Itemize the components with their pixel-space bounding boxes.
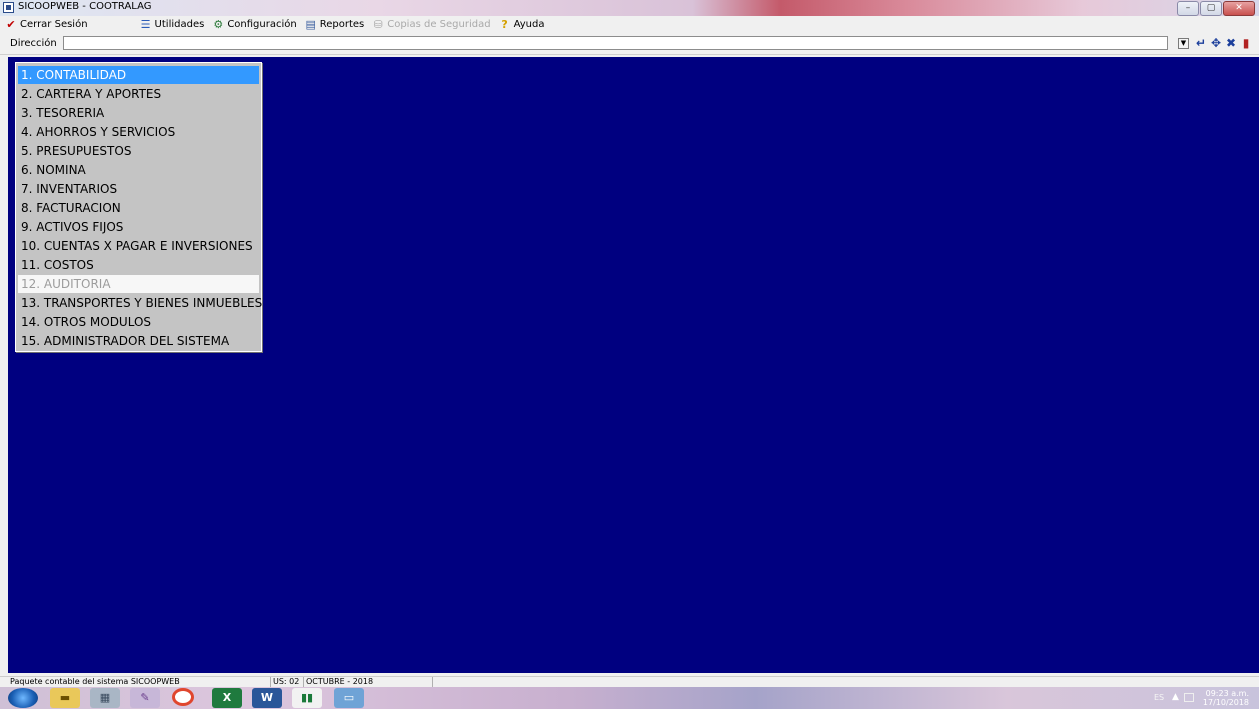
word-icon[interactable]: W bbox=[252, 688, 282, 708]
cancel-icon[interactable]: ✖ bbox=[1225, 36, 1237, 50]
window-controls: – ▢ ✕ bbox=[1176, 1, 1255, 16]
menu-label: Reportes bbox=[319, 19, 365, 30]
paint-icon[interactable]: ✎ bbox=[130, 688, 160, 708]
status-user: US: 02 bbox=[270, 677, 302, 687]
settings-icon: ⚙ bbox=[213, 17, 224, 31]
reports-icon: ▤ bbox=[305, 17, 316, 31]
clock-time: 09:23 a.m. bbox=[1205, 689, 1249, 698]
module-item-transportes[interactable]: 13. TRANSPORTES Y BIENES INMUEBLES bbox=[18, 294, 262, 312]
module-item-administrador[interactable]: 15. ADMINISTRADOR DEL SISTEMA bbox=[18, 332, 259, 350]
address-dropdown-button[interactable]: ▼ bbox=[1178, 38, 1189, 49]
address-bar: Dirección ▼ ↵ ✥ ✖ ▮ bbox=[0, 33, 1259, 55]
menu-label: Copias de Seguridad bbox=[387, 19, 491, 30]
help-icon: ? bbox=[501, 17, 508, 31]
status-description: Paquete contable del sistema SICOOPWEB bbox=[10, 677, 180, 686]
module-item-contabilidad[interactable]: 1. CONTABILIDAD bbox=[18, 66, 259, 84]
move-icon[interactable]: ✥ bbox=[1210, 36, 1222, 50]
module-item-cuentas-x-pagar[interactable]: 10. CUENTAS X PAGAR E INVERSIONES bbox=[18, 237, 259, 255]
checkmark-icon: ✔ bbox=[6, 17, 16, 31]
title-bar: SICOOPWEB - COOTRALAG – ▢ ✕ bbox=[0, 0, 1259, 16]
menu-ayuda[interactable]: ? Ayuda bbox=[499, 17, 545, 31]
menu-bar: ✔ Cerrar Sesión ☰ Utilidades ⚙ Configura… bbox=[0, 16, 1259, 33]
enter-icon[interactable]: ↵ bbox=[1195, 36, 1207, 50]
menu-reportes[interactable]: ▤ Reportes bbox=[305, 17, 365, 31]
menu-label: Configuración bbox=[227, 19, 297, 30]
network-icon[interactable] bbox=[1184, 693, 1194, 702]
file-explorer-icon[interactable]: ▬ bbox=[50, 688, 80, 708]
module-item-inventarios[interactable]: 7. INVENTARIOS bbox=[18, 180, 259, 198]
module-item-otros-modulos[interactable]: 14. OTROS MODULOS bbox=[18, 313, 259, 331]
module-item-ahorros-y-servicios[interactable]: 4. AHORROS Y SERVICIOS bbox=[18, 123, 259, 141]
tray-expand-icon[interactable]: ▲ bbox=[1172, 692, 1179, 702]
module-item-costos[interactable]: 11. COSTOS bbox=[18, 256, 259, 274]
close-button[interactable]: ✕ bbox=[1223, 1, 1255, 16]
utilities-icon: ☰ bbox=[140, 17, 151, 31]
module-item-presupuestos[interactable]: 5. PRESUPUESTOS bbox=[18, 142, 259, 160]
minimize-button[interactable]: – bbox=[1177, 1, 1199, 16]
status-period: OCTUBRE - 2018 bbox=[303, 677, 433, 687]
menu-configuracion[interactable]: ⚙ Configuración bbox=[212, 17, 297, 31]
address-tools: ↵ ✥ ✖ ▮ bbox=[1195, 36, 1255, 50]
menu-label: Ayuda bbox=[513, 19, 545, 30]
menu-cerrar-sesion[interactable]: ✔ Cerrar Sesión bbox=[5, 17, 88, 31]
clock-date: 17/10/2018 bbox=[1202, 698, 1249, 707]
address-input[interactable] bbox=[63, 36, 1168, 50]
module-item-activos-fijos[interactable]: 9. ACTIVOS FIJOS bbox=[18, 218, 259, 236]
clock[interactable]: 09:23 a.m. 17/10/2018 bbox=[1203, 689, 1249, 707]
exit-icon[interactable]: ▮ bbox=[1240, 36, 1252, 50]
module-menu: 1. CONTABILIDAD 2. CARTERA Y APORTES 3. … bbox=[15, 62, 262, 352]
maximize-button[interactable]: ▢ bbox=[1200, 1, 1222, 16]
menu-copias-de-seguridad[interactable]: ⛁ Copias de Seguridad bbox=[372, 17, 491, 31]
module-item-tesoreria[interactable]: 3. TESORERIA bbox=[18, 104, 259, 122]
module-item-cartera-y-aportes[interactable]: 2. CARTERA Y APORTES bbox=[18, 85, 259, 103]
menu-utilidades[interactable]: ☰ Utilidades bbox=[140, 17, 205, 31]
backup-icon: ⛁ bbox=[373, 17, 383, 31]
image-viewer-icon[interactable]: ▭ bbox=[334, 688, 364, 708]
module-item-facturacion[interactable]: 8. FACTURACION bbox=[18, 199, 259, 217]
excel-icon[interactable]: X bbox=[212, 688, 242, 708]
module-item-nomina[interactable]: 6. NOMINA bbox=[18, 161, 259, 179]
start-orb-icon[interactable] bbox=[8, 688, 38, 708]
menu-label: Cerrar Sesión bbox=[20, 19, 88, 30]
sicoopweb-icon[interactable]: ▮▮ bbox=[292, 688, 322, 708]
chrome-icon[interactable] bbox=[172, 688, 194, 706]
language-indicator[interactable]: ES bbox=[1154, 693, 1164, 702]
window-title: SICOOPWEB - COOTRALAG bbox=[18, 1, 152, 12]
module-item-auditoria[interactable]: 12. AUDITORIA bbox=[18, 275, 259, 293]
app-icon[interactable] bbox=[3, 2, 14, 13]
menu-label: Utilidades bbox=[154, 19, 205, 30]
taskbar: ▬ ▦ ✎ X W ▮▮ ▭ ES ▲ 09:23 a.m. 17/10/201… bbox=[0, 687, 1259, 709]
calculator-icon[interactable]: ▦ bbox=[90, 688, 120, 708]
address-label: Dirección bbox=[10, 38, 57, 49]
